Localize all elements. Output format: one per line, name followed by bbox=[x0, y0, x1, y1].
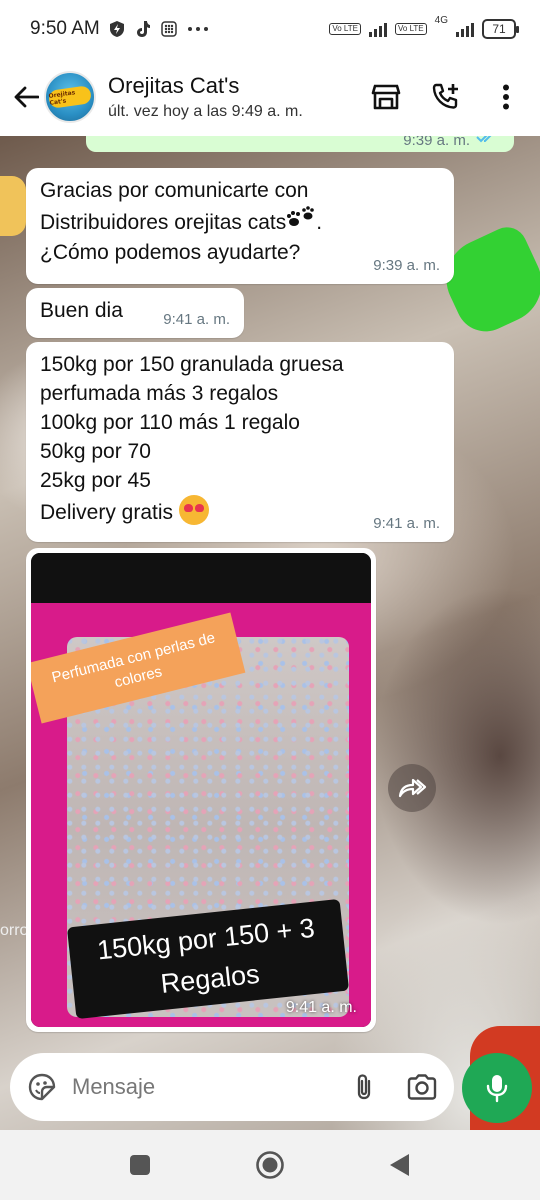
incoming-message[interactable]: 150kg por 150 granulada gruesa perfumada… bbox=[26, 342, 454, 542]
forward-button[interactable] bbox=[388, 764, 436, 812]
image-message[interactable]: Perfumada con perlas de colores 150kg po… bbox=[26, 548, 376, 1032]
back-button[interactable] bbox=[10, 77, 42, 117]
voice-message-button[interactable] bbox=[462, 1053, 532, 1123]
image-top-band bbox=[31, 553, 371, 603]
camera-button[interactable] bbox=[406, 1071, 438, 1103]
tiktok-icon bbox=[134, 20, 152, 38]
message-image[interactable]: Perfumada con perlas de colores 150kg po… bbox=[31, 553, 371, 1027]
avatar-logo: Orejitas Cat's bbox=[47, 85, 93, 109]
network-type: 4G bbox=[434, 15, 448, 26]
chat-header: Orejitas Cat's Orejitas Cat's últ. vez h… bbox=[0, 58, 540, 136]
message-time: 9:41 a. m. bbox=[285, 999, 357, 1016]
incoming-message[interactable]: Buen dia 9:41 a. m. bbox=[26, 288, 244, 338]
battery-level: 71 bbox=[492, 22, 506, 36]
shield-bolt-icon bbox=[108, 20, 126, 38]
shop-icon bbox=[371, 84, 401, 110]
message-time: 9:41 a. m. bbox=[163, 311, 230, 328]
heart-eyes-cat-icon bbox=[178, 495, 209, 525]
catalog-button[interactable] bbox=[370, 81, 402, 113]
message-text: Gracias por comunicarte con Distribuidor… bbox=[40, 176, 440, 267]
contact-name: Orejitas Cat's bbox=[108, 73, 240, 98]
more-options-button[interactable] bbox=[490, 81, 522, 113]
message-time: 9:39 a. m. bbox=[403, 136, 470, 149]
paw-prints-icon bbox=[286, 205, 316, 238]
message-line: Gracias por comunicarte con bbox=[40, 179, 309, 202]
previous-outgoing-message[interactable]: 9:39 a. m. bbox=[86, 136, 514, 152]
contact-avatar[interactable]: Orejitas Cat's bbox=[44, 71, 96, 123]
signal-strength-2-icon bbox=[456, 21, 474, 37]
battery-icon: 71 bbox=[482, 19, 519, 39]
grid-app-icon bbox=[160, 20, 178, 38]
paperclip-icon bbox=[357, 1074, 371, 1100]
avatar-logo-text: Orejitas Cat's bbox=[48, 89, 76, 107]
message-line-text: Distribuidores orejitas cats bbox=[40, 211, 287, 234]
header-actions bbox=[370, 81, 522, 113]
last-seen-status: últ. vez hoy a las 9:49 a. m. bbox=[108, 103, 303, 120]
message-text: 150kg por 150 granulada gruesa perfumada… bbox=[40, 350, 440, 527]
home-button[interactable] bbox=[253, 1148, 287, 1182]
back-nav-button[interactable] bbox=[383, 1148, 417, 1182]
message-line: perfumada más 3 regalos bbox=[40, 382, 279, 405]
more-dots-icon bbox=[186, 20, 210, 38]
add-call-button[interactable] bbox=[430, 81, 462, 113]
camera-icon bbox=[407, 1074, 437, 1100]
double-check-read-icon bbox=[476, 136, 498, 148]
volte-badge-1: Vo LTE bbox=[329, 23, 361, 35]
forward-icon bbox=[398, 778, 427, 798]
square-recents-icon bbox=[130, 1155, 150, 1175]
signal-strength-1-icon bbox=[369, 21, 387, 37]
wallpaper-decoration bbox=[0, 176, 26, 236]
message-input[interactable]: Mensaje bbox=[72, 1074, 348, 1100]
contact-info[interactable]: Orejitas Cat's últ. vez hoy a las 9:49 a… bbox=[108, 73, 370, 121]
status-bar: 9:50 AM Vo LTE Vo LTE 4G 71 bbox=[0, 0, 540, 58]
message-time: 9:41 a. m. bbox=[373, 515, 440, 532]
circle-home-icon bbox=[256, 1151, 284, 1179]
add-call-icon bbox=[432, 83, 458, 109]
status-system-icons: Vo LTE Vo LTE 4G 71 bbox=[329, 15, 519, 39]
message-line-text: Delivery gratis bbox=[40, 501, 174, 524]
microphone-icon bbox=[486, 1075, 508, 1103]
chat-area[interactable]: orro 9:39 a. m. Gracias por comunicarte … bbox=[0, 136, 540, 1130]
message-line: Distribuidores orejitas cats. bbox=[40, 205, 440, 238]
message-line: 150kg por 150 granulada gruesa bbox=[40, 353, 344, 376]
incoming-message[interactable]: Gracias por comunicarte con Distribuidor… bbox=[26, 168, 454, 284]
message-input-bar: Mensaje bbox=[10, 1053, 454, 1121]
system-nav-bar bbox=[0, 1130, 540, 1200]
message-line: 50kg por 70 bbox=[40, 440, 151, 463]
arrow-back-icon bbox=[14, 86, 39, 108]
status-time: 9:50 AM bbox=[30, 18, 100, 39]
emoji-sticker-icon bbox=[28, 1073, 56, 1101]
emoji-button[interactable] bbox=[26, 1071, 58, 1103]
wallpaper-text: orro bbox=[0, 922, 29, 939]
triangle-back-icon bbox=[390, 1154, 409, 1176]
message-line: 100kg por 110 más 1 regalo bbox=[40, 411, 300, 434]
more-vert-icon bbox=[503, 84, 509, 110]
status-notification-icons bbox=[108, 20, 210, 38]
message-line: 25kg por 45 bbox=[40, 469, 151, 492]
volte-badge-2: Vo LTE bbox=[395, 23, 427, 35]
recents-button[interactable] bbox=[123, 1148, 157, 1182]
message-time: 9:39 a. m. bbox=[373, 257, 440, 274]
attach-button[interactable] bbox=[348, 1071, 380, 1103]
